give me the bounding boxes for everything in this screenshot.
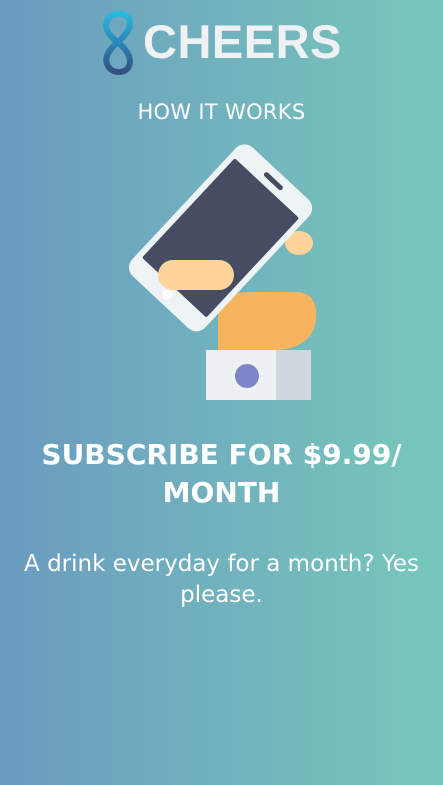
hand-holding-phone-icon xyxy=(128,144,317,400)
app-header: CHEERS xyxy=(0,10,443,76)
section-heading: HOW IT WORKS xyxy=(137,100,306,124)
infinity-eight-icon xyxy=(103,10,133,75)
subscription-title: SUBSCRIBE FOR $9.99/ MONTH xyxy=(41,438,402,509)
subscription-description: A drink everyday for a month? Yes please… xyxy=(24,551,419,608)
brand-name: CHEERS xyxy=(143,15,342,68)
